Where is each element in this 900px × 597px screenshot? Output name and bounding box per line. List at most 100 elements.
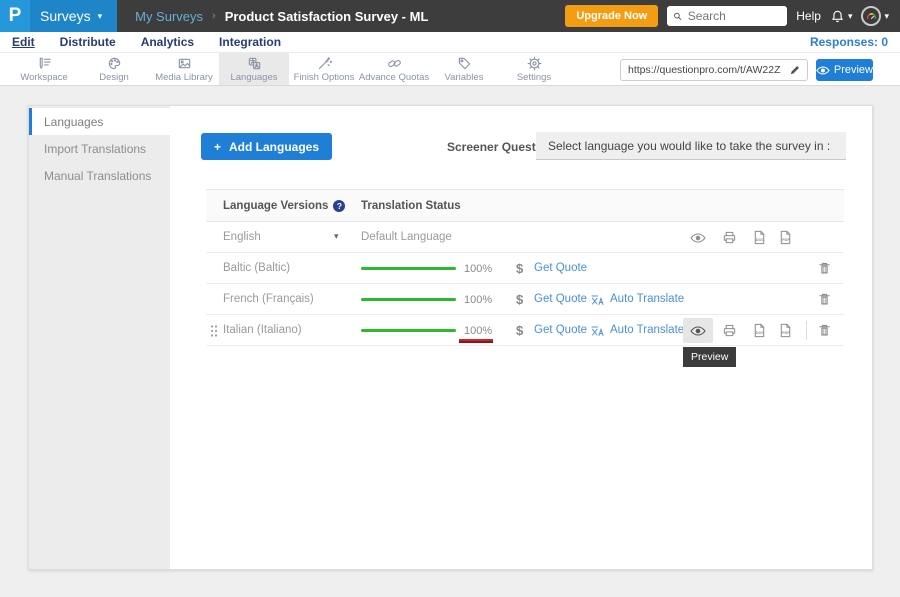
export-pdf-button[interactable]: PDF — [774, 227, 796, 248]
default-language-label: Default Language — [361, 231, 452, 243]
sidebar-item-languages[interactable]: Languages — [29, 108, 170, 135]
preview-tooltip: Preview — [683, 347, 736, 367]
logo-letter: P — [9, 5, 22, 27]
surveys-app-menu[interactable]: Surveys ▾ — [30, 0, 117, 32]
survey-url-input[interactable] — [621, 64, 783, 76]
page-title: Product Satisfaction Survey - ML — [225, 9, 429, 24]
chevron-down-icon: ▾ — [884, 12, 889, 21]
tab-edit[interactable]: Edit — [12, 35, 35, 49]
pdf-file-icon: PDF — [778, 323, 793, 338]
table-row-italian: Italian (Italiano) 100% $ Get Quote Auto… — [206, 315, 844, 346]
toolbar-tab-settings[interactable]: Settings — [499, 53, 569, 85]
svg-text:DOC: DOC — [755, 331, 764, 335]
printer-icon — [722, 323, 737, 338]
preview-language-button[interactable] — [687, 227, 709, 248]
translate-icon — [591, 324, 605, 342]
eye-icon — [690, 233, 706, 243]
trash-icon — [817, 261, 832, 276]
export-doc-button[interactable]: DOC — [748, 227, 770, 248]
plus-icon: + — [214, 140, 221, 154]
table-row-baltic: Baltic (Baltic) 100% $ Get Quote — [206, 253, 844, 284]
dollar-icon[interactable]: $ — [516, 261, 523, 276]
print-language-button[interactable] — [718, 320, 740, 341]
trash-icon — [817, 323, 832, 338]
chevron-down-icon: ▾ — [848, 12, 853, 21]
questionpro-logo[interactable]: P — [0, 0, 30, 32]
help-icon[interactable]: ? — [333, 200, 345, 212]
translation-percent: 100% — [464, 325, 492, 337]
add-languages-button[interactable]: + Add Languages — [201, 133, 332, 160]
chevron-down-icon[interactable]: ▾ — [334, 231, 339, 242]
get-quote-link[interactable]: Get Quote — [534, 262, 587, 274]
toolbar-tab-finish-options[interactable]: Finish Options — [289, 53, 359, 85]
delete-language-button[interactable] — [813, 320, 835, 341]
finish-options-icon — [317, 56, 332, 71]
toolbar-tab-advance-quotas[interactable]: Advance Quotas — [359, 53, 429, 85]
languages-main: + Add Languages Screener Question : Sele… — [170, 106, 872, 569]
toolbar-tab-media-library[interactable]: Media Library — [149, 53, 219, 85]
preview-button[interactable]: Preview — [816, 59, 873, 81]
screener-question-value: Select language you would like to take t… — [548, 139, 830, 153]
doc-file-icon: DOC — [752, 230, 767, 245]
delete-language-button[interactable] — [813, 289, 835, 310]
auto-translate-link[interactable]: Auto Translate — [610, 324, 684, 336]
upgrade-now-button[interactable]: Upgrade Now — [565, 5, 658, 27]
eye-icon — [690, 326, 706, 336]
toolbar-tab-workspace[interactable]: Workspace — [9, 53, 79, 85]
advance-quotas-icon — [387, 56, 402, 71]
languages-sidebar: Languages Import Translations Manual Tra… — [29, 106, 170, 569]
pdf-file-icon: PDF — [778, 230, 793, 245]
workspace-icon — [37, 56, 52, 71]
language-name: Italian (Italiano) — [223, 324, 302, 336]
toolbar-tab-languages[interactable]: Languages — [219, 53, 289, 85]
svg-text:PDF: PDF — [782, 331, 790, 335]
language-name: French (Français) — [223, 293, 314, 305]
media-library-icon — [177, 56, 192, 71]
survey-url-box — [620, 59, 808, 81]
toolbar-tab-variables[interactable]: Variables — [429, 53, 499, 85]
preview-language-button[interactable] — [683, 318, 713, 343]
search-icon — [673, 11, 683, 22]
dollar-icon[interactable]: $ — [516, 323, 523, 338]
table-row-english: English ▾ Default Language DOC PDF — [206, 222, 844, 253]
tab-integration[interactable]: Integration — [219, 35, 281, 49]
get-quote-link[interactable]: Get Quote — [534, 293, 587, 305]
pencil-icon — [789, 64, 801, 76]
bell-icon — [830, 9, 845, 24]
app-menu-label: Surveys — [40, 8, 91, 24]
responses-count[interactable]: Responses: 0 — [810, 35, 888, 49]
language-versions-table: Language Versions ? Translation Status E… — [206, 189, 844, 346]
help-link[interactable]: Help — [796, 9, 821, 23]
edit-url-button[interactable] — [783, 60, 807, 80]
sidebar-item-import-translations[interactable]: Import Translations — [29, 135, 170, 162]
sidebar-item-manual-translations[interactable]: Manual Translations — [29, 162, 170, 189]
notifications-menu[interactable]: ▾ — [830, 9, 853, 24]
tab-distribute[interactable]: Distribute — [60, 35, 116, 49]
column-language-versions: Language Versions ? — [223, 200, 345, 212]
export-doc-button[interactable]: DOC — [748, 320, 770, 341]
eye-icon — [816, 66, 830, 75]
auto-translate-link[interactable]: Auto Translate — [610, 293, 684, 305]
get-quote-link[interactable]: Get Quote — [534, 324, 587, 336]
drag-handle[interactable] — [210, 324, 218, 343]
column-translation-status: Translation Status — [361, 200, 461, 212]
delete-language-button[interactable] — [813, 258, 835, 279]
toolbar-tab-design[interactable]: Design — [79, 53, 149, 85]
add-languages-label: Add Languages — [229, 140, 319, 154]
screener-question-select[interactable]: Select language you would like to take t… — [536, 132, 846, 160]
search-box[interactable] — [667, 6, 787, 26]
edit-toolbar: Workspace Design Media Library Languages… — [0, 53, 900, 86]
svg-text:PDF: PDF — [782, 238, 790, 242]
translation-percent: 100% — [464, 263, 492, 275]
languages-panel: Languages Import Translations Manual Tra… — [28, 105, 873, 570]
survey-nav-bar: Edit Distribute Analytics Integration Re… — [0, 32, 900, 53]
print-language-button[interactable] — [718, 227, 740, 248]
breadcrumb-my-surveys[interactable]: My Surveys — [135, 9, 203, 24]
account-menu[interactable]: ▾ — [861, 6, 889, 26]
design-icon — [107, 56, 122, 71]
export-pdf-button[interactable]: PDF — [774, 320, 796, 341]
tab-analytics[interactable]: Analytics — [141, 35, 194, 49]
preview-button-label: Preview — [834, 64, 873, 76]
dollar-icon[interactable]: $ — [516, 292, 523, 307]
search-input[interactable] — [688, 9, 781, 23]
